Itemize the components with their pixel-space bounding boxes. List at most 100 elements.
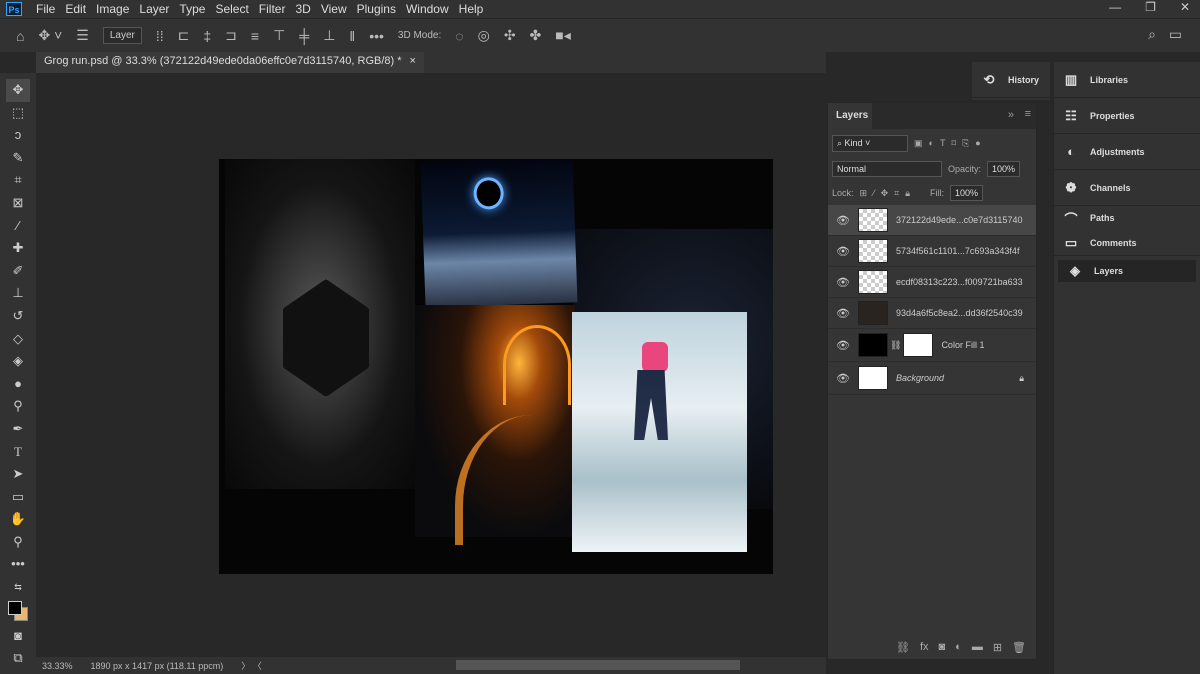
move-tool-icon[interactable]: ✥ [6,79,30,102]
panel-menu-icon[interactable]: ≡ [1025,108,1031,120]
visibility-eye-icon[interactable]: 👁︎ [828,214,858,227]
layer-row[interactable]: 👁︎ ecdf08313c223...f009721ba633 [828,267,1036,298]
adjustment-layer-icon[interactable]: ◐ [955,641,962,653]
visibility-eye-icon[interactable]: 👁︎ [828,276,858,289]
visibility-eye-icon[interactable]: 👁︎ [828,307,858,320]
lock-position-icon[interactable]: ✥ [881,188,889,199]
menu-select[interactable]: Select [215,2,248,16]
paint-bucket-tool-icon[interactable]: ◈ [6,350,30,373]
panel-paths[interactable]: ⌒ Paths [1054,206,1200,230]
workspace-icon[interactable]: ▭ [1169,26,1182,43]
dodge-tool-icon[interactable]: ⚲ [6,395,30,418]
zoom-level[interactable]: 33.33% [42,661,73,671]
panel-layers[interactable]: ◈ Layers [1058,260,1196,282]
visibility-eye-icon[interactable]: 👁︎ [828,339,858,352]
search-icon[interactable]: ⌕ [1148,26,1156,43]
distribute-icon[interactable]: ≡ [251,28,259,44]
rectangle-tool-icon[interactable]: ▭ [6,486,30,509]
align-bottom-icon[interactable]: ⊥ [323,27,335,44]
align-left-icon[interactable]: ⊏ [178,27,190,44]
layer-row[interactable]: 👁︎ ⛓ Color Fill 1 [828,329,1036,362]
new-layer-icon[interactable]: ⊞ [993,641,1002,654]
menu-view[interactable]: View [321,2,347,16]
edit-toolbar-icon[interactable]: ••• [6,553,30,576]
lasso-tool-icon[interactable]: ↄ [6,124,30,147]
3d-scale-icon[interactable]: ■◂ [555,27,570,44]
panel-history[interactable]: ⟲ History [972,62,1050,98]
layer-row[interactable]: 👁︎ 372122d49ede...c0e7d3115740 [828,205,1036,236]
frame-tool-icon[interactable]: ⊠ [6,192,30,215]
layer-style-icon[interactable]: fx [920,641,929,653]
mask-link-icon[interactable]: ⛓ [890,340,901,351]
fill-input[interactable]: 100% [950,185,984,201]
foreground-color-swatch[interactable] [8,600,22,615]
filter-kind-dropdown[interactable]: ⌕ Kind ˅ [832,134,908,152]
filter-pixel-icon[interactable]: ▣ [914,138,923,149]
menu-edit[interactable]: Edit [65,2,86,16]
align-center-icon[interactable]: ‡ [203,28,211,44]
menu-window[interactable]: Window [406,2,449,16]
restore-icon[interactable]: ❐ [1145,0,1156,14]
blur-tool-icon[interactable]: ● [6,373,30,396]
lock-image-icon[interactable]: ⁄ [873,188,875,198]
3d-orbit-icon[interactable]: ◌ [455,28,463,44]
menu-type[interactable]: Type [179,2,205,16]
layer-row[interactable]: 👁︎ 5734f561c1101...7c693a343f4f [828,236,1036,267]
pen-tool-icon[interactable]: ✒ [6,418,30,441]
menu-layer[interactable]: Layer [139,2,169,16]
close-window-icon[interactable]: ✕ [1180,0,1190,14]
lock-artboard-icon[interactable]: ⌗ [894,188,899,199]
menu-file[interactable]: File [36,2,55,16]
panel-channels[interactable]: ❁ Channels [1054,170,1200,206]
lock-transparent-icon[interactable]: ⊞ [860,188,868,199]
eraser-tool-icon[interactable]: ◇ [6,328,30,351]
color-swatches[interactable] [6,599,30,625]
minimize-icon[interactable]: — [1109,0,1121,14]
zoom-tool-icon[interactable]: ⚲ [6,531,30,554]
menu-help[interactable]: Help [459,2,484,16]
layers-tab[interactable]: Layers [828,103,872,129]
history-brush-tool-icon[interactable]: ↺ [6,305,30,328]
screen-mode-icon[interactable]: ⧉ [6,647,30,670]
align-middle-icon[interactable]: ╪ [299,28,309,44]
crop-tool-icon[interactable]: ⌗ [6,169,30,192]
3d-slide-icon[interactable]: ✤ [530,27,542,44]
auto-select-dropdown[interactable]: Layer [102,27,142,44]
distribute-vertical-icon[interactable]: ‖ [349,28,355,44]
brush-tool-icon[interactable]: ✐ [6,260,30,283]
healing-brush-tool-icon[interactable]: ✚ [6,237,30,260]
status-expand-icon[interactable]: 〉 〈 [241,659,262,672]
opacity-input[interactable]: 100% [987,161,1021,177]
filter-smart-object-icon[interactable]: ⎘ [962,138,969,149]
add-mask-icon[interactable]: ◙ [939,641,946,653]
new-group-icon[interactable]: ▬ [972,641,983,653]
more-icon[interactable]: ••• [369,28,384,44]
delete-layer-icon[interactable]: 🗑︎ [1012,641,1026,654]
close-tab-icon[interactable]: × [410,55,416,70]
collapse-icon[interactable]: » [1008,109,1014,121]
blend-mode-dropdown[interactable]: Normal [832,161,942,177]
menu-plugins[interactable]: Plugins [357,2,396,16]
quick-select-tool-icon[interactable]: ✎ [6,147,30,170]
filter-toggle[interactable]: ● [975,138,980,148]
type-tool-icon[interactable]: T [6,441,30,464]
layer-row[interactable]: 👁︎ Background 🔒︎ [828,362,1036,395]
hand-tool-icon[interactable]: ✋ [6,508,30,531]
lock-all-icon[interactable]: 🔒︎ [905,188,910,199]
panel-libraries[interactable]: ▥ Libraries [1054,62,1200,98]
quick-mask-icon[interactable]: ◙ [6,625,30,648]
link-layers-icon[interactable]: ⛓ [896,641,910,654]
document-tab[interactable]: Grog run.psd @ 33.3% (372122d49ede0da06e… [36,52,424,73]
document-canvas[interactable] [219,159,773,574]
filter-type-icon[interactable]: T [940,138,946,148]
move-tool-icon[interactable]: ✥ ˅ [38,27,62,44]
3d-roll-icon[interactable]: ◎ [478,27,490,44]
filter-shape-icon[interactable]: ⌑ [951,138,956,149]
home-icon[interactable]: ⌂ [16,28,24,44]
panel-properties[interactable]: ☷ Properties [1054,98,1200,134]
marquee-tool-icon[interactable]: ⬚ [6,102,30,125]
stamp-tool-icon[interactable]: ⊥ [6,282,30,305]
swap-colors-icon[interactable]: ⇆ [6,576,30,599]
auto-select-icon[interactable]: ☰ [76,27,89,44]
panel-adjustments[interactable]: ◐ Adjustments [1054,134,1200,170]
